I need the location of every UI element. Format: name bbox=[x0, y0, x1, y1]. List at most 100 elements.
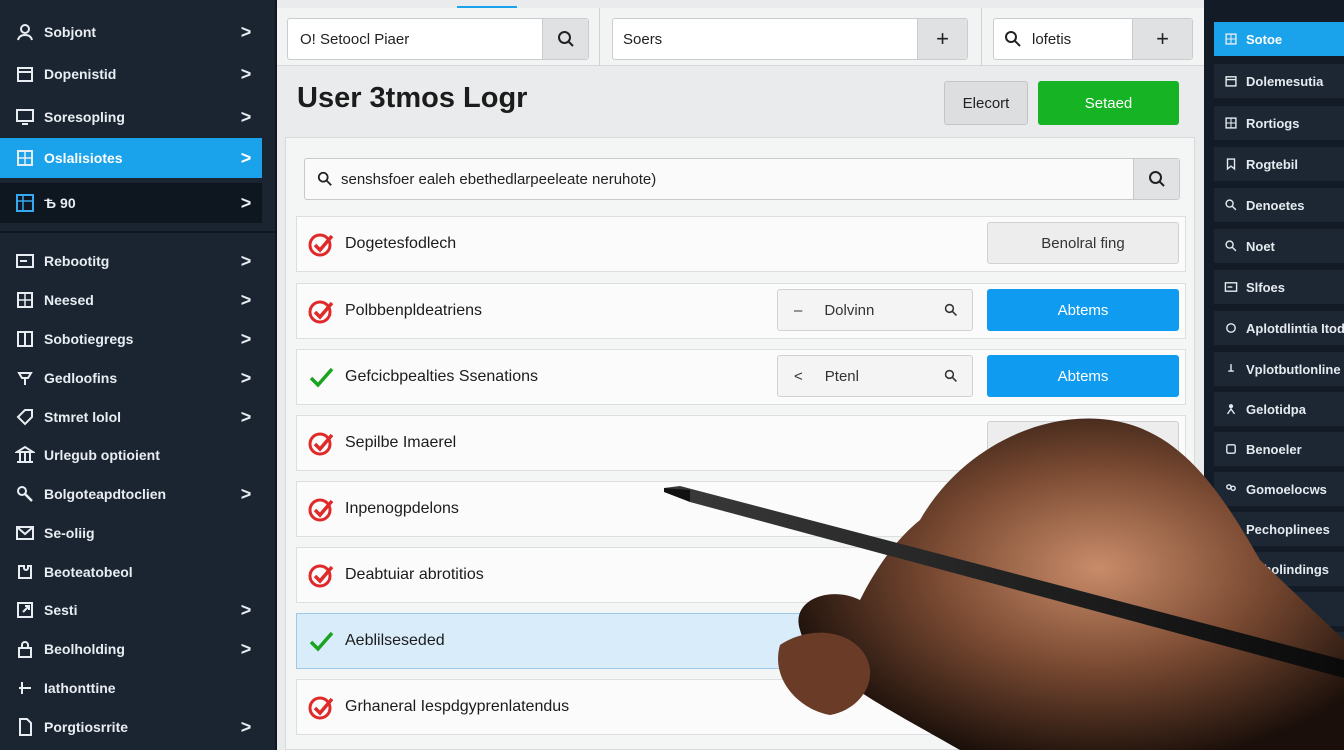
row-field[interactable]: – Dolvinn bbox=[777, 289, 973, 331]
export-button[interactable]: Elecort bbox=[944, 81, 1028, 125]
grid-icon bbox=[14, 289, 36, 311]
puzzle-icon bbox=[14, 561, 36, 583]
row-action-button[interactable]: Abtems bbox=[987, 355, 1179, 397]
right-panel-item[interactable]: Slfoes bbox=[1214, 270, 1344, 304]
right-panel-item[interactable]: Beddscies bbox=[1214, 592, 1344, 626]
sidebar-item[interactable]: Iathonttine bbox=[0, 668, 262, 708]
sidebar-item[interactable]: Beoteatobeol bbox=[0, 552, 262, 592]
top-toolbar: O! Setoocl Piaer Soers + lofetis + bbox=[277, 8, 1204, 66]
top-filter-field[interactable]: lofetis + bbox=[993, 18, 1193, 60]
row-field-prefix: < bbox=[794, 367, 803, 385]
right-panel-item[interactable]: Gelotidpa bbox=[1214, 392, 1344, 426]
table-row[interactable]: Sepilbe Imaerel Spoblaoling bbox=[296, 415, 1186, 471]
window-icon bbox=[14, 250, 36, 272]
table-row[interactable]: Aeblilseseded bbox=[296, 613, 1186, 669]
sidebar-divider bbox=[0, 231, 275, 233]
sidebar-item[interactable]: Sobjont > bbox=[0, 12, 262, 52]
table-row[interactable]: Inpenogpdelons bbox=[296, 481, 1186, 537]
right-panel-item-label: Rortiogs bbox=[1246, 115, 1300, 131]
grid-icon bbox=[1224, 116, 1238, 130]
sidebar-item[interactable]: Oslalisiotes > bbox=[0, 138, 262, 178]
right-panel-item[interactable]: Rortiogs bbox=[1214, 106, 1344, 140]
right-panel-item[interactable]: Benoeler bbox=[1214, 432, 1344, 466]
chevron-right-icon: > bbox=[240, 406, 252, 427]
sidebar-item[interactable]: Soresopling > bbox=[0, 97, 262, 137]
toolbar-divider bbox=[599, 8, 600, 66]
sidebar-item-label: Dopenistid bbox=[44, 66, 117, 82]
top-users-field[interactable]: Soers + bbox=[612, 18, 968, 60]
square-icon bbox=[1224, 442, 1238, 456]
chevron-right-icon: > bbox=[240, 21, 252, 42]
right-panel-item[interactable]: Vplotbutlonline bbox=[1214, 352, 1344, 386]
right-panel-item[interactable]: Dolemesutia bbox=[1214, 64, 1344, 98]
row-action-button[interactable]: Spoblaoling bbox=[987, 421, 1179, 463]
top-users-add-button[interactable]: + bbox=[917, 19, 967, 59]
window-icon bbox=[1224, 280, 1238, 294]
row-text: Polbbenpldeatriens bbox=[345, 302, 482, 319]
file-icon bbox=[14, 716, 36, 738]
user-icon bbox=[14, 21, 36, 43]
right-panel-item[interactable]: Aplotdlintia Itodie bbox=[1214, 311, 1344, 345]
circle-icon bbox=[1224, 321, 1238, 335]
chevron-right-icon: > bbox=[240, 328, 252, 349]
right-panel-item-label: Slfoes bbox=[1246, 279, 1286, 295]
right-panel-item[interactable]: Denoetes bbox=[1214, 188, 1344, 222]
top-users-text: Soers bbox=[623, 30, 663, 48]
log-search-button[interactable] bbox=[1133, 159, 1179, 199]
sync-icon bbox=[1224, 522, 1238, 536]
layout-icon bbox=[14, 328, 36, 350]
person-icon bbox=[1224, 402, 1238, 416]
sidebar-item-label: Oslalisiotes bbox=[44, 150, 123, 166]
sidebar-item[interactable]: Ѣ 90 > bbox=[0, 183, 262, 223]
right-panel-item[interactable]: Sotoe bbox=[1214, 22, 1344, 56]
table-row[interactable]: Grhaneral Iespdgyprenlatendus bbox=[296, 679, 1186, 735]
table-row[interactable]: Polbbenpldeatriens – Dolvinn Abtems bbox=[296, 283, 1186, 339]
right-panel-item[interactable]: Noet bbox=[1214, 229, 1344, 263]
page-title: User 3tmos Logr bbox=[297, 82, 528, 114]
sidebar-item[interactable]: Dopenistid > bbox=[0, 54, 262, 94]
search-icon bbox=[317, 171, 332, 186]
right-panel-item[interactable]: Rogtebil bbox=[1214, 147, 1344, 181]
right-panel-item[interactable]: Pechoplinees bbox=[1214, 512, 1344, 546]
check-icon bbox=[309, 367, 334, 388]
top-filter-add-button[interactable]: + bbox=[1132, 19, 1192, 59]
sidebar-item-label: Beolholding bbox=[44, 641, 125, 657]
pin-icon bbox=[1224, 362, 1238, 376]
sidebar-item[interactable]: Stmret lolol > bbox=[0, 397, 262, 437]
top-search-field[interactable]: O! Setoocl Piaer bbox=[287, 18, 589, 60]
top-search-button[interactable] bbox=[542, 19, 588, 59]
bracket-icon bbox=[1224, 602, 1238, 616]
chevron-right-icon: > bbox=[240, 599, 252, 620]
row-action-button[interactable]: Abtems bbox=[987, 289, 1179, 331]
row-text: Deabtuiar abrotitios bbox=[345, 566, 484, 583]
check-circle-icon bbox=[308, 233, 334, 257]
right-panel-item-label: Gelotidpa bbox=[1246, 401, 1306, 417]
sidebar-item[interactable]: Beolholding > bbox=[0, 629, 262, 669]
table-row[interactable]: Dogetesfodlech Benolral fing bbox=[296, 216, 1186, 272]
sidebar-item[interactable]: Sesti > bbox=[0, 590, 262, 630]
right-panel-item[interactable]: Boliteslen bbox=[1214, 672, 1344, 706]
right-panel-item[interactable]: Bgholindings bbox=[1214, 552, 1344, 586]
sidebar-item[interactable]: Se-oliig bbox=[0, 513, 262, 553]
table-row[interactable]: Gefcicbpealties Ssenations < Ptenl Abtems bbox=[296, 349, 1186, 405]
blank-icon bbox=[1224, 682, 1238, 696]
right-panel-item[interactable]: Gomoelocws bbox=[1214, 472, 1344, 506]
sidebar-item[interactable]: Bolgoteapdtoclien > bbox=[0, 474, 262, 514]
sidebar-item[interactable]: Rebootitg > bbox=[0, 241, 262, 281]
sidebar-item[interactable]: Porgtiosrrite > bbox=[0, 707, 262, 747]
building-icon bbox=[1224, 562, 1238, 576]
sidebar-item-label: Neesed bbox=[44, 292, 94, 308]
top-search-text: O! Setoocl Piaer bbox=[300, 30, 410, 48]
sidebar-item[interactable]: Gedloofins > bbox=[0, 358, 262, 398]
table-row[interactable]: Deabtuiar abrotitios bbox=[296, 547, 1186, 603]
sidebar-item[interactable]: Sobotiegregs > bbox=[0, 319, 262, 359]
search-button[interactable]: Setaed bbox=[1038, 81, 1179, 125]
row-action-button[interactable]: Benolral fing bbox=[987, 222, 1179, 264]
chevron-right-icon: > bbox=[240, 289, 252, 310]
row-field[interactable]: < Ptenl bbox=[777, 355, 973, 397]
log-search-input[interactable]: senshsfoer ealeh ebethedlarpeeleate neru… bbox=[304, 158, 1180, 200]
right-panel-item[interactable]: Goret Bnegd bbox=[1214, 632, 1344, 666]
sidebar-item[interactable]: Urlegub optioient bbox=[0, 435, 262, 475]
sidebar-item[interactable]: Neesed > bbox=[0, 280, 262, 320]
right-panel-item-label: Noet bbox=[1246, 238, 1275, 254]
